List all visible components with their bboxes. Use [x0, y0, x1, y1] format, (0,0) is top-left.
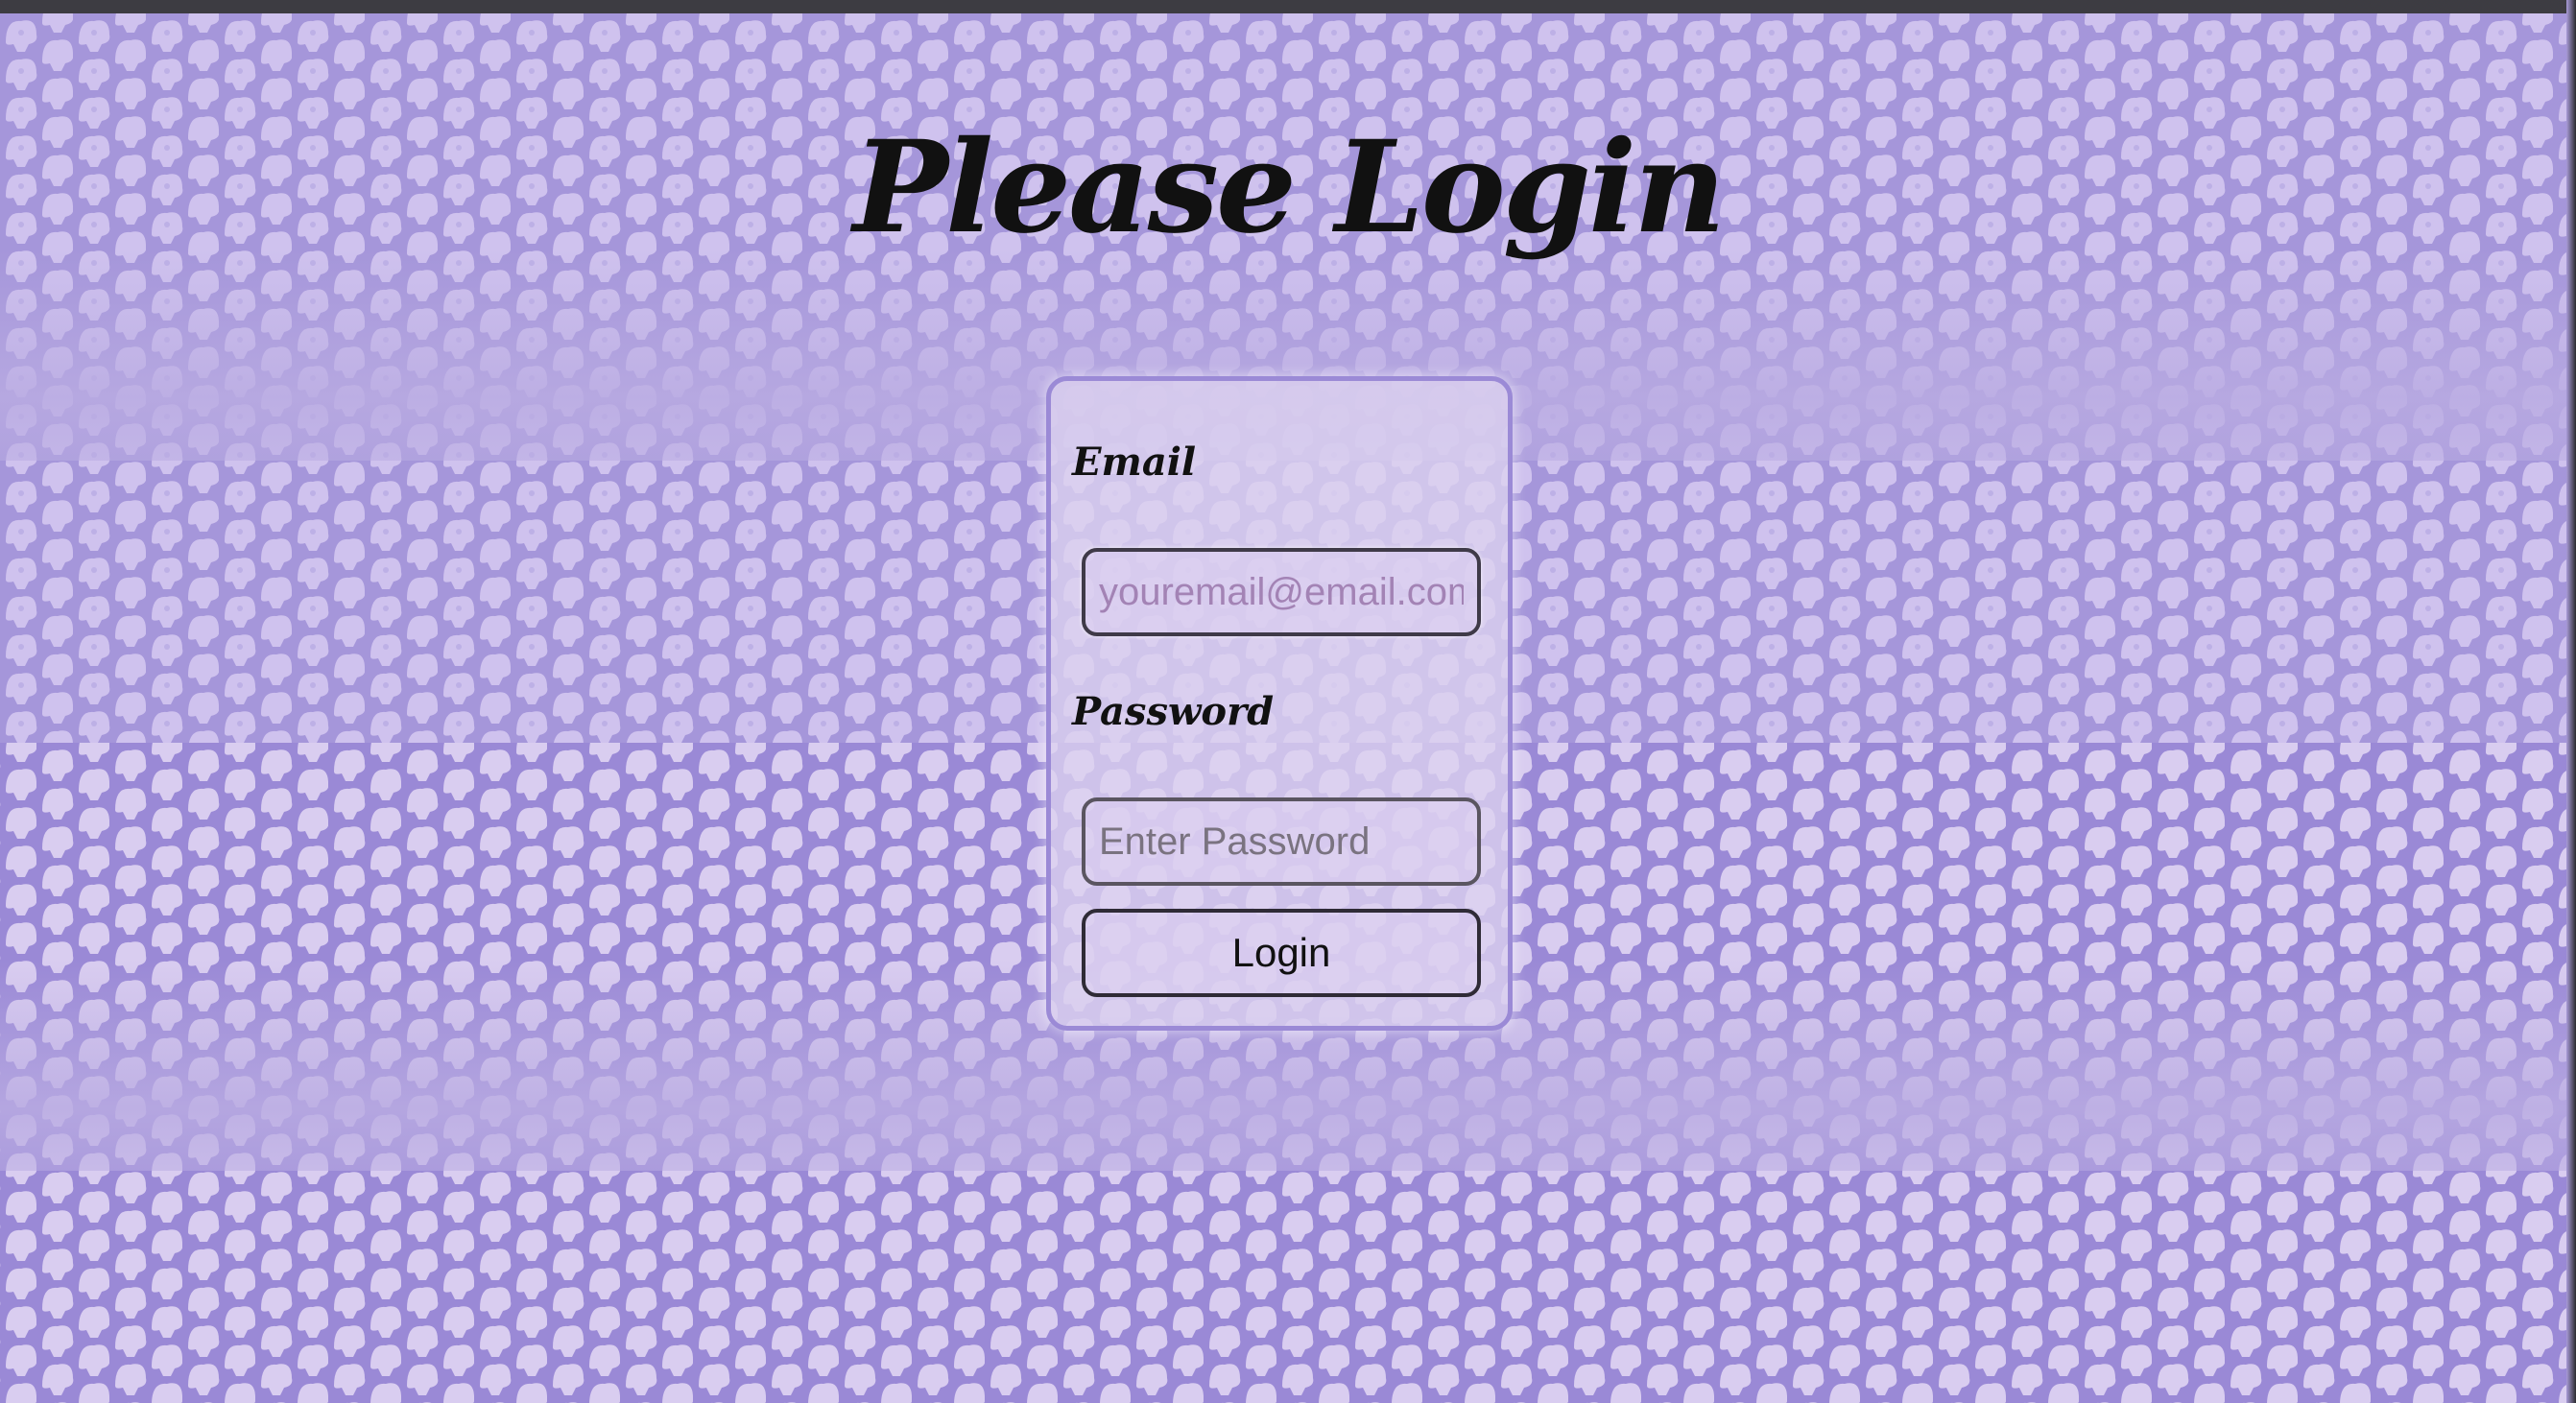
page-title: Please Login	[852, 113, 1726, 262]
email-label: Email	[1072, 440, 1197, 485]
login-button[interactable]: Login	[1082, 909, 1481, 997]
login-form: Email Password Login	[1046, 376, 1513, 1031]
password-label: Password	[1072, 689, 1275, 734]
email-field[interactable]	[1082, 548, 1481, 636]
password-field[interactable]	[1082, 797, 1481, 886]
browser-top-strip	[0, 0, 2576, 13]
window-right-edge	[2566, 0, 2576, 1403]
